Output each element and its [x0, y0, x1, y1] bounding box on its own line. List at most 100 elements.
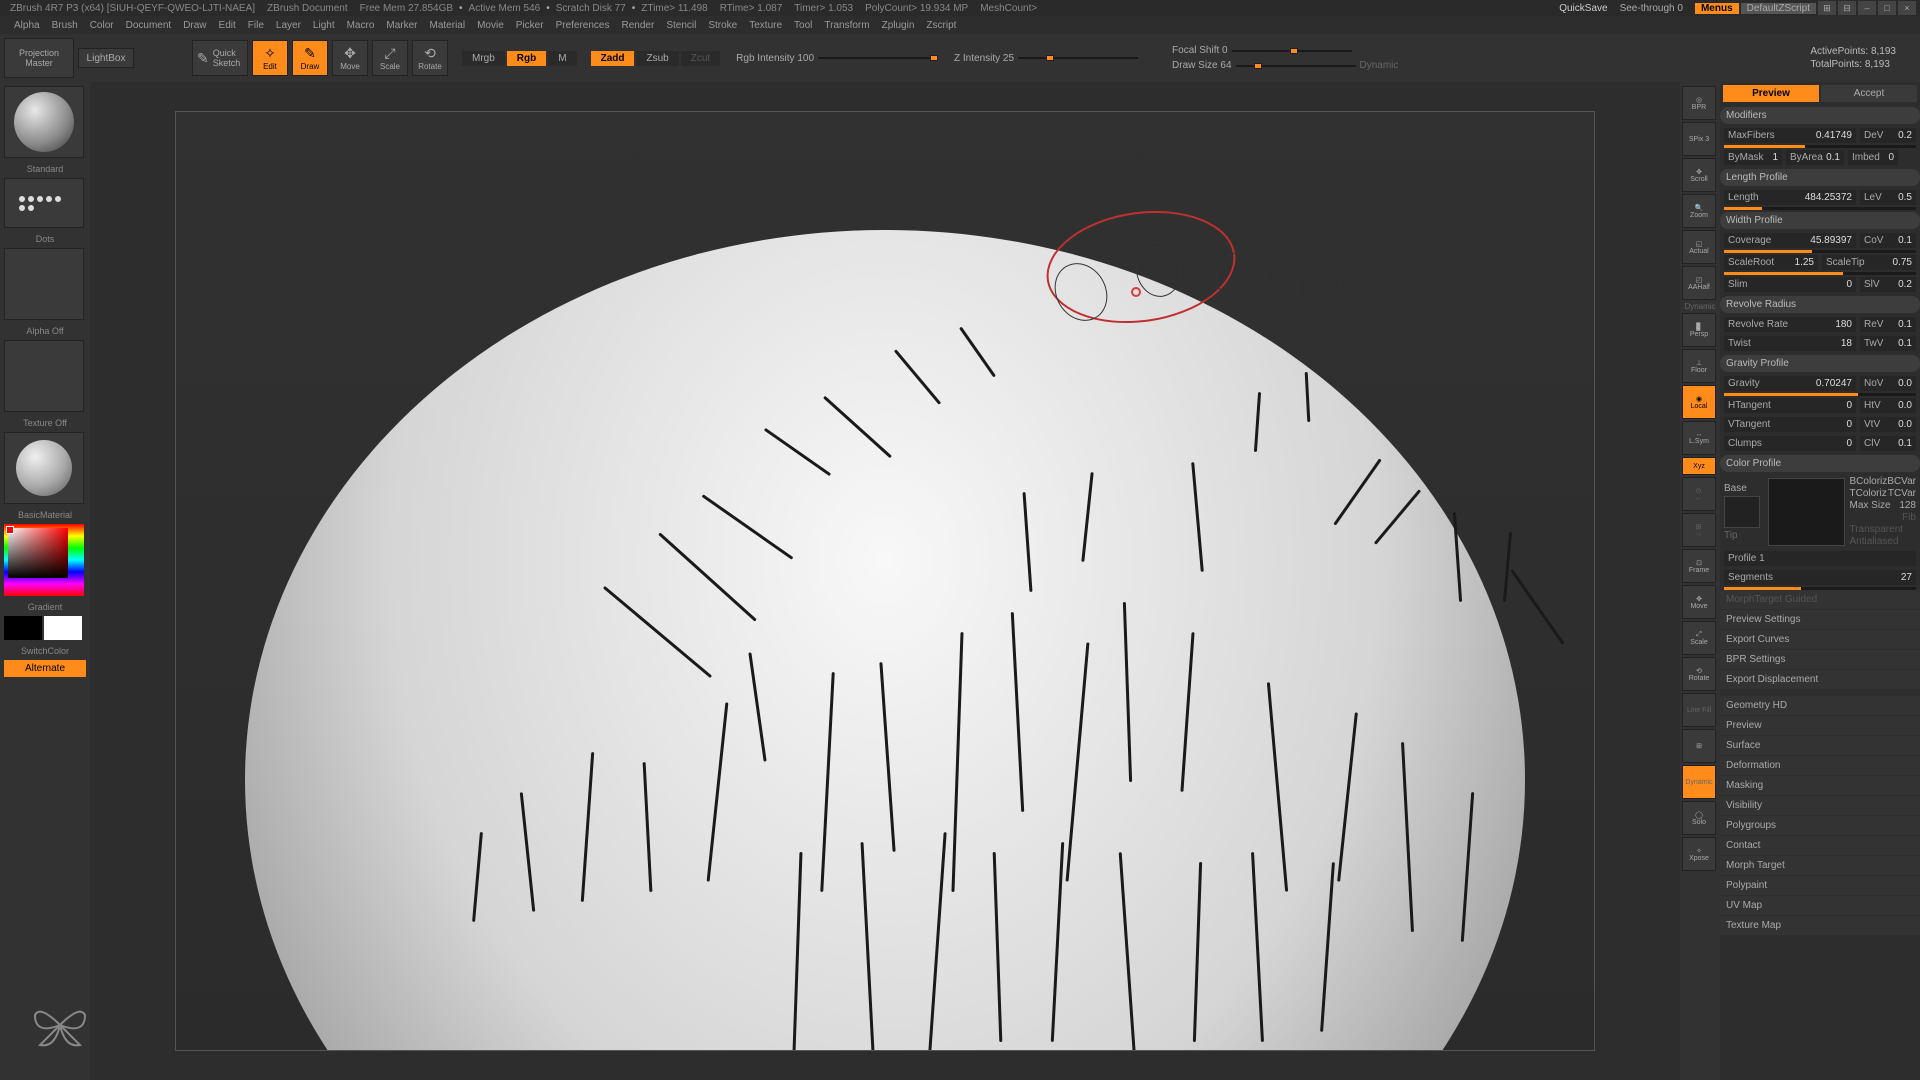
solo-button[interactable]: ◯Solo — [1682, 801, 1716, 835]
bpr-settings[interactable]: BPR Settings — [1720, 650, 1920, 669]
zoom-button[interactable]: 🔍Zoom — [1682, 194, 1716, 228]
dynamic2-button[interactable]: Dynamic — [1682, 765, 1716, 799]
scale-button[interactable]: ⤢Scale — [372, 40, 408, 76]
bpr-button[interactable]: ◎BPR — [1682, 86, 1716, 120]
section-polypaint[interactable]: Polypaint — [1720, 876, 1920, 895]
z-intensity-slider[interactable] — [1018, 57, 1138, 59]
actual-button[interactable]: ◱Actual — [1682, 230, 1716, 264]
viewport[interactable] — [175, 111, 1595, 1051]
menu-brush[interactable]: Brush — [52, 20, 78, 31]
rgb-button[interactable]: Rgb — [507, 51, 546, 66]
menu-picker[interactable]: Picker — [516, 20, 544, 31]
menu-tool[interactable]: Tool — [794, 20, 812, 31]
secondary-color[interactable] — [44, 616, 82, 640]
menu-transform[interactable]: Transform — [824, 20, 869, 31]
minimize-icon[interactable]: – — [1858, 1, 1876, 15]
texture-thumb[interactable] — [4, 340, 84, 412]
focal-shift-slider[interactable] — [1232, 50, 1352, 52]
menu-zplugin[interactable]: Zplugin — [882, 20, 915, 31]
menu-layer[interactable]: Layer — [276, 20, 301, 31]
floor-button[interactable]: ⊥Floor — [1682, 349, 1716, 383]
move-button[interactable]: ✥Move — [332, 40, 368, 76]
menu-preferences[interactable]: Preferences — [556, 20, 610, 31]
zcut-button[interactable]: Zcut — [681, 51, 720, 66]
color-profile-header[interactable]: Color Profile — [1720, 455, 1920, 472]
see-through[interactable]: See-through 0 — [1620, 3, 1683, 14]
rgb-intensity-slider[interactable] — [818, 57, 938, 59]
local-button[interactable]: ◉Local — [1682, 385, 1716, 419]
menu-stroke[interactable]: Stroke — [708, 20, 737, 31]
zadd-button[interactable]: Zadd — [591, 51, 635, 66]
section-polygroups[interactable]: Polygroups — [1720, 816, 1920, 835]
section-uv-map[interactable]: UV Map — [1720, 896, 1920, 915]
width-profile-header[interactable]: Width Profile — [1720, 212, 1920, 229]
section-visibility[interactable]: Visibility — [1720, 796, 1920, 815]
material-thumb[interactable] — [4, 432, 84, 504]
gravity-header[interactable]: Gravity Profile — [1720, 355, 1920, 372]
rotate-button[interactable]: ⟲Rotate — [412, 40, 448, 76]
length-profile-header[interactable]: Length Profile — [1720, 169, 1920, 186]
modifiers-header[interactable]: Modifiers — [1720, 107, 1920, 124]
color-picker[interactable] — [4, 524, 84, 596]
export-displacement[interactable]: Export Displacement — [1720, 670, 1920, 689]
export-curves[interactable]: Export Curves — [1720, 630, 1920, 649]
config-icon[interactable]: ⊞ — [1818, 1, 1836, 15]
section-deformation[interactable]: Deformation — [1720, 756, 1920, 775]
base-color-swatch[interactable] — [1724, 496, 1760, 528]
alpha-thumb[interactable] — [4, 248, 84, 320]
move-nav-button[interactable]: ✥Move — [1682, 585, 1716, 619]
frame-button[interactable]: ⊡Frame — [1682, 549, 1716, 583]
close-icon[interactable]: × — [1898, 1, 1916, 15]
preview-settings[interactable]: Preview Settings — [1720, 610, 1920, 629]
menus-button[interactable]: Menus — [1695, 3, 1739, 14]
alternate-button[interactable]: Alternate — [4, 660, 86, 677]
accept-button[interactable]: Accept — [1821, 85, 1917, 102]
spix-button[interactable]: SPix 3 — [1682, 122, 1716, 156]
revolve-header[interactable]: Revolve Radius — [1720, 296, 1920, 313]
section-texture-map[interactable]: Texture Map — [1720, 916, 1920, 935]
edit-button[interactable]: ✧Edit — [252, 40, 288, 76]
morph-target-guided[interactable]: MorphTarget Guided — [1720, 590, 1920, 609]
scroll-button[interactable]: ✥Scroll — [1682, 158, 1716, 192]
persp-button[interactable]: ▊Persp — [1682, 313, 1716, 347]
menu-stencil[interactable]: Stencil — [666, 20, 696, 31]
lightbox-button[interactable]: LightBox — [78, 48, 134, 68]
menu-render[interactable]: Render — [622, 20, 655, 31]
section-preview[interactable]: Preview — [1720, 716, 1920, 735]
section-contact[interactable]: Contact — [1720, 836, 1920, 855]
menu-alpha[interactable]: Alpha — [14, 20, 40, 31]
m-button[interactable]: M — [548, 51, 576, 66]
aahalf-button[interactable]: ◰AAHalf — [1682, 266, 1716, 300]
lsym-button[interactable]: ↔L.Sym — [1682, 421, 1716, 455]
default-script[interactable]: DefaultZScript — [1741, 3, 1816, 14]
gradient-label[interactable]: Gradient — [4, 602, 86, 612]
menu-light[interactable]: Light — [313, 20, 335, 31]
pf-button[interactable]: ⊞→ — [1682, 513, 1716, 547]
preview-tab[interactable]: Preview — [1723, 85, 1819, 102]
mrgb-button[interactable]: Mrgb — [462, 51, 505, 66]
menu-material[interactable]: Material — [430, 20, 466, 31]
main-color[interactable] — [4, 616, 42, 640]
zsub-button[interactable]: Zsub — [636, 51, 678, 66]
switch-color[interactable]: SwitchColor — [4, 646, 86, 656]
brush-thumb[interactable] — [4, 86, 84, 158]
menu-color[interactable]: Color — [90, 20, 114, 31]
rotate-nav-button[interactable]: ⟲Rotate — [1682, 657, 1716, 691]
draw-size-slider[interactable] — [1236, 65, 1356, 67]
maximize-icon[interactable]: □ — [1878, 1, 1896, 15]
xpose-button[interactable]: ✧Xpose — [1682, 837, 1716, 871]
section-masking[interactable]: Masking — [1720, 776, 1920, 795]
poly-button[interactable]: ⊞ — [1682, 729, 1716, 763]
stroke-thumb[interactable] — [4, 178, 84, 228]
menu-file[interactable]: File — [248, 20, 264, 31]
lf-button[interactable]: ⊙← — [1682, 477, 1716, 511]
menu-macro[interactable]: Macro — [347, 20, 375, 31]
menu-texture[interactable]: Texture — [749, 20, 782, 31]
menu-document[interactable]: Document — [126, 20, 172, 31]
menu-draw[interactable]: Draw — [183, 20, 206, 31]
section-surface[interactable]: Surface — [1720, 736, 1920, 755]
line-fill-button[interactable]: Line Fill — [1682, 693, 1716, 727]
menu-marker[interactable]: Marker — [386, 20, 417, 31]
draw-button[interactable]: ✎Draw — [292, 40, 328, 76]
menu-movie[interactable]: Movie — [477, 20, 504, 31]
